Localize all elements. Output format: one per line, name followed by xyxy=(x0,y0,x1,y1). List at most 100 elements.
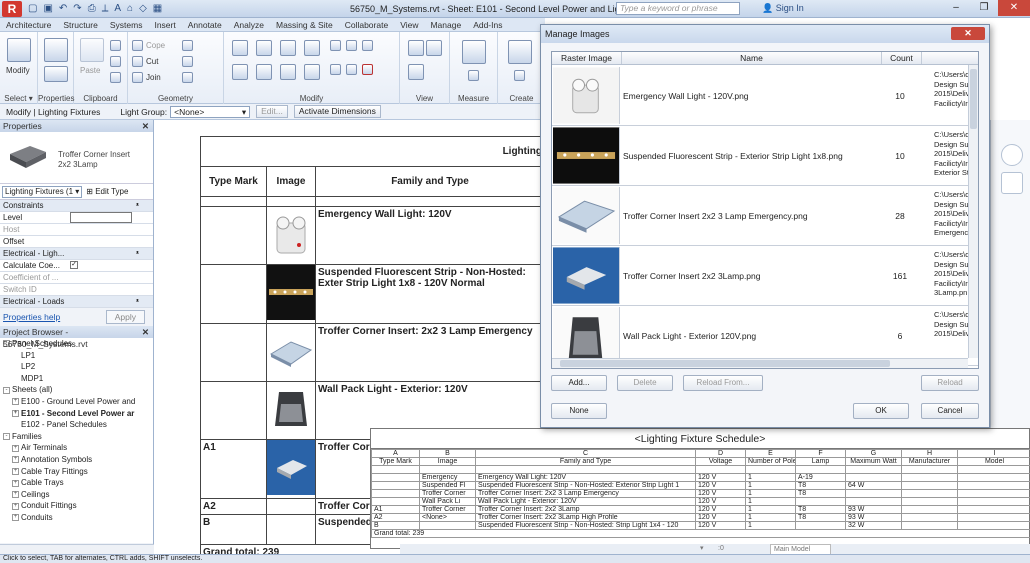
schedule-cell[interactable]: Model xyxy=(957,457,1030,466)
schedule-cell[interactable]: T8 xyxy=(795,489,846,498)
schedule-cell[interactable]: 93 W xyxy=(845,505,902,514)
grid-horizontal-scrollbar[interactable] xyxy=(552,358,968,368)
schedule-cell[interactable]: 93 W xyxy=(845,513,902,522)
split-gap-icon[interactable] xyxy=(346,40,357,51)
schedule-cell[interactable]: G xyxy=(845,449,902,458)
collapse-icon[interactable]: ᵜ xyxy=(136,201,139,210)
schedule-cell[interactable]: 1 xyxy=(745,521,796,530)
collapse-icon[interactable]: ᵜ xyxy=(136,297,139,306)
activate-dimensions-button[interactable]: Activate Dimensions xyxy=(293,105,381,118)
create-group-icon[interactable] xyxy=(514,70,525,81)
collapse-icon[interactable]: - xyxy=(3,433,10,441)
schedule-cell[interactable]: Troffer Corner Insert: 2x2 3 Lamp Emerge… xyxy=(475,489,696,498)
schedule-cell[interactable]: Troffer Corner xyxy=(419,505,476,514)
schedule-cell[interactable]: Family and Type xyxy=(475,457,696,466)
schedule-cell[interactable] xyxy=(371,473,420,482)
schedule-cell[interactable]: Suspended Fluorescent Strip - Non-Hosted… xyxy=(475,521,696,530)
schedule-cell[interactable] xyxy=(901,481,958,490)
browser-node[interactable]: E102 - Panel Schedules xyxy=(0,419,153,431)
tab-architecture[interactable]: Architecture xyxy=(0,20,57,30)
browser-node[interactable]: + E100 - Ground Level Power and xyxy=(0,396,153,408)
schedule-cell[interactable]: 120 V xyxy=(695,481,746,490)
schedule-cell[interactable] xyxy=(845,473,902,482)
schedule-cell[interactable]: Lamp xyxy=(795,457,846,466)
expand-icon[interactable]: + xyxy=(12,467,19,475)
fixture-schedule-table[interactable]: A B C D E F G H I Type Mark Image Family and Type Vo… xyxy=(371,449,1030,538)
schedule-cell[interactable]: Image xyxy=(419,457,476,466)
print-icon[interactable]: ⎙ xyxy=(88,3,96,14)
edit-button[interactable]: Edit... xyxy=(256,105,288,118)
schedule-cell[interactable] xyxy=(795,465,846,474)
open-icon[interactable]: ▢ xyxy=(28,3,37,14)
schedule-cell[interactable] xyxy=(745,465,796,474)
linework-icon[interactable] xyxy=(408,64,424,80)
expand-icon[interactable]: + xyxy=(12,502,19,510)
schedule-cell[interactable] xyxy=(901,521,958,530)
cope-icon[interactable] xyxy=(132,40,143,51)
col-name[interactable]: Name xyxy=(622,52,882,64)
browser-node[interactable]: LP2 xyxy=(0,361,153,373)
schedule-cell[interactable] xyxy=(795,521,846,530)
schedule-cell[interactable]: Number of Pole xyxy=(745,457,796,466)
collapse-icon[interactable]: ᵜ xyxy=(136,249,139,258)
schedule-cell[interactable] xyxy=(475,465,696,474)
split-face-icon[interactable] xyxy=(182,56,193,67)
schedule-cell[interactable]: 120 V xyxy=(695,505,746,514)
schedule-cell[interactable]: 1 xyxy=(745,489,796,498)
schedule-cell[interactable] xyxy=(695,465,746,474)
override-graphics-icon[interactable] xyxy=(426,40,442,56)
schedule-cell[interactable]: 120 V xyxy=(695,497,746,506)
schedule-cell[interactable] xyxy=(957,513,1030,522)
schedule-cell[interactable]: A2 xyxy=(371,513,420,522)
schedule-cell[interactable]: E xyxy=(745,449,796,458)
schedule-cell[interactable] xyxy=(901,497,958,506)
instance-filter-dropdown[interactable]: Lighting Fixtures (1 ▾ xyxy=(2,185,83,198)
schedule-cell[interactable]: H xyxy=(901,449,958,458)
schedule-cell[interactable]: Wall Pack Li xyxy=(419,497,476,506)
schedule-cell[interactable] xyxy=(957,521,1030,530)
browser-node[interactable]: + Conduit Fittings xyxy=(0,500,153,512)
edit-type-button[interactable]: ⊞ Edit Type xyxy=(86,187,128,196)
schedule-cell[interactable]: 1 xyxy=(745,505,796,514)
schedule-cell[interactable] xyxy=(901,505,958,514)
close-icon[interactable]: ✕ xyxy=(951,27,985,40)
schedule-cell[interactable]: Emergency Wall Light: 120V xyxy=(475,473,696,482)
table-row[interactable]: Wall Pack Light - Exterior 120V.png 6 C:\U… xyxy=(552,306,978,366)
match-properties-icon[interactable] xyxy=(110,72,121,83)
expand-icon[interactable]: + xyxy=(12,444,19,452)
tab-view[interactable]: View xyxy=(394,20,424,30)
browser-node[interactable]: + Cable Trays xyxy=(0,477,153,489)
3d-view-icon[interactable]: ⌂ xyxy=(127,3,133,14)
schedule-cell[interactable]: Emergency xyxy=(419,473,476,482)
schedule-cell[interactable] xyxy=(795,497,846,506)
minimize-icon[interactable]: – xyxy=(942,0,970,16)
schedule-cell[interactable]: Suspended Fl xyxy=(419,481,476,490)
schedule-cell[interactable] xyxy=(901,513,958,522)
schedule-cell[interactable] xyxy=(901,489,958,498)
schedule-cell[interactable] xyxy=(419,465,476,474)
browser-node[interactable]: + Ceilings xyxy=(0,489,153,501)
scroll-thumb[interactable] xyxy=(970,69,977,129)
schedule-cell[interactable]: Suspended Fluorescent Strip - Non-Hosted… xyxy=(475,481,696,490)
collapse-icon[interactable]: - xyxy=(3,386,10,394)
revit-logo-icon[interactable]: R xyxy=(2,0,22,17)
schedule-cell[interactable]: I xyxy=(957,449,1030,458)
measure-icon[interactable]: ⟂ xyxy=(102,3,109,14)
hide-icon[interactable] xyxy=(408,40,424,56)
create-similar-icon[interactable] xyxy=(508,40,532,64)
schedule-cell[interactable] xyxy=(957,489,1030,498)
trim-icon[interactable] xyxy=(362,40,373,51)
schedule-cell[interactable]: Voltage xyxy=(695,457,746,466)
zoom-icon[interactable] xyxy=(1001,172,1023,194)
schedule-cell[interactable]: B xyxy=(419,449,476,458)
schedule-cell[interactable]: T8 xyxy=(795,505,846,514)
scroll-thumb[interactable] xyxy=(560,360,890,367)
redo-icon[interactable]: ↷ xyxy=(73,3,81,14)
schedule-cell[interactable]: F xyxy=(795,449,846,458)
browser-node[interactable]: - Families xyxy=(0,431,153,443)
schedule-cell[interactable] xyxy=(901,465,958,474)
schedule-cell[interactable]: 120 V xyxy=(695,521,746,530)
measure-tool-icon[interactable] xyxy=(462,40,486,64)
expand-icon[interactable]: + xyxy=(12,491,19,499)
browser-node[interactable]: MDP1 xyxy=(0,373,153,385)
